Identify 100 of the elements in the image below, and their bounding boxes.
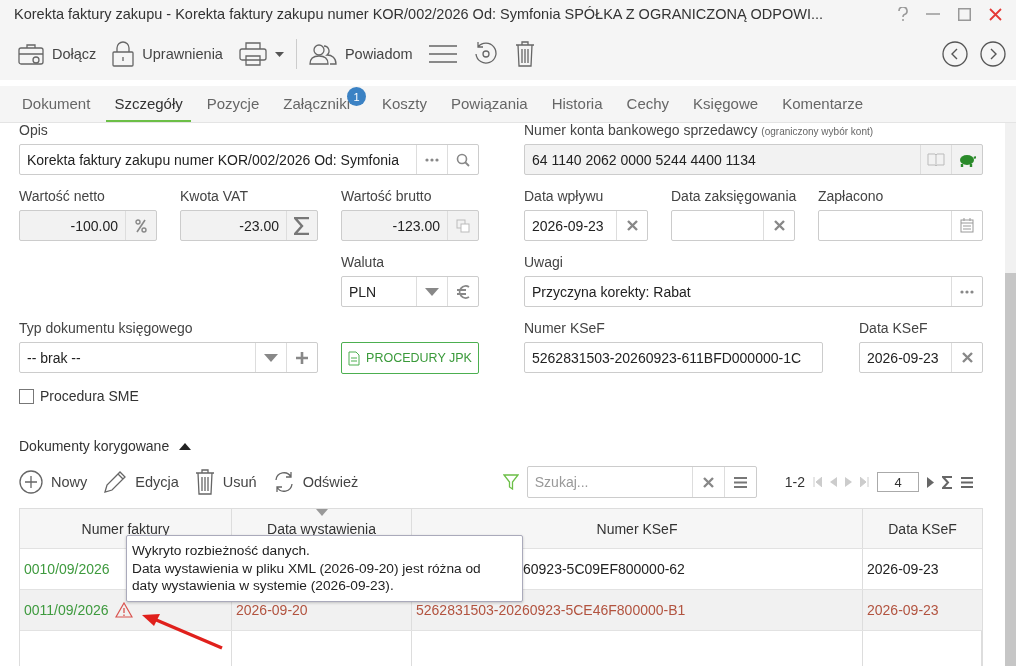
more-icon — [960, 289, 974, 294]
section-title: Dokumenty korygowane — [19, 438, 170, 454]
percent-icon — [135, 218, 147, 233]
field-label: Wartość brutto — [341, 189, 433, 204]
search-bar[interactable]: Szukaj... — [526, 466, 757, 498]
field-label: Zapłacono — [818, 189, 885, 204]
page-range: 1-2 — [784, 474, 805, 490]
tab[interactable]: Szczegóły — [106, 86, 191, 122]
window-title: Korekta faktury zakupu - Korekta faktury zakupu numer KOR/002/2026 Od: Symfonia SPÓŁKA Z OGRANICZONĄ ODPOWI... — [14, 6, 825, 22]
input-field[interactable]: Korekta faktury zakupu numer KOR/002/2026 Od: Symfonia — [19, 144, 479, 175]
field-label: Data wpływu — [524, 189, 605, 204]
new-button[interactable]: Nowy — [19, 470, 88, 494]
copy-icon — [456, 218, 470, 233]
previous-icon[interactable] — [942, 41, 968, 67]
table-cell: 5262831503-20260923-5CE46F800000-B1 — [416, 602, 686, 618]
table-cell: 2026-09-23 — [867, 602, 939, 618]
piggy-bank-icon — [958, 152, 976, 167]
attach-button[interactable]: Dołącz — [10, 34, 105, 74]
sigma-icon[interactable] — [942, 475, 953, 489]
tab[interactable]: Historia — [543, 86, 611, 122]
plus-icon — [296, 351, 308, 364]
document-icon — [348, 350, 361, 366]
input-field[interactable]: -- brak -- — [19, 342, 318, 373]
search-field[interactable]: Szukaj... — [527, 467, 692, 497]
page-size-field[interactable]: 4 — [877, 472, 919, 492]
tab[interactable]: Koszty — [373, 86, 435, 122]
edit-button[interactable]: Edycja — [103, 470, 179, 494]
delete-button[interactable]: Usuń — [194, 469, 257, 495]
field-label: Data KSeF — [859, 321, 929, 336]
count-badge: 1 — [346, 87, 366, 106]
menu-icon — [733, 476, 747, 488]
input-field[interactable]: PLN — [341, 276, 479, 307]
lock-icon — [112, 41, 135, 67]
permissions-button[interactable]: Uprawnienia — [104, 34, 231, 74]
clear-icon — [626, 220, 638, 231]
refresh-button[interactable]: Odśwież — [272, 471, 359, 493]
field-label: Wartość netto — [19, 189, 106, 204]
trash-icon — [514, 41, 535, 67]
plus-icon — [19, 470, 43, 494]
table-cell: 2026-09-23 — [867, 561, 939, 577]
euro-icon — [456, 283, 470, 300]
sort-icon — [315, 509, 328, 516]
tab[interactable]: Pozycje — [198, 86, 268, 122]
more-icon — [425, 157, 439, 162]
input-field[interactable]: 2026-09-23 — [859, 342, 983, 373]
briefcase-icon — [18, 42, 44, 66]
field-value: 64 1140 2062 0000 5244 4400 1134 — [531, 150, 757, 170]
table-cell: 0011/09/2026 — [24, 602, 109, 618]
input-field[interactable] — [818, 210, 983, 241]
column-header[interactable]: Data KSeF — [863, 509, 982, 548]
tab[interactable]: Cechy — [618, 86, 678, 122]
tab[interactable]: Dokument — [14, 86, 99, 122]
clear-icon — [702, 476, 714, 488]
sigma-icon — [294, 216, 310, 235]
printer-icon — [238, 42, 267, 66]
caret-icon — [274, 51, 284, 57]
caret-icon — [425, 287, 439, 296]
field-value: -- brak -- — [26, 348, 82, 368]
input-field[interactable] — [671, 210, 795, 241]
help-icon[interactable] — [898, 7, 908, 21]
table-cell: 0010/09/2026 — [24, 561, 110, 577]
collapse-icon[interactable] — [179, 442, 192, 450]
field-value: 2026-09-23 — [866, 348, 940, 368]
tab[interactable]: Załączniki 1 — [275, 86, 366, 122]
play-icon[interactable] — [927, 476, 934, 488]
field-label: Kwota VAT — [180, 189, 249, 204]
tab[interactable]: Komentarze — [774, 86, 871, 122]
clear-icon — [961, 352, 973, 363]
pencil-icon — [103, 470, 128, 494]
calendar-icon — [960, 218, 974, 233]
caret-icon — [264, 353, 278, 362]
people-icon — [308, 43, 337, 65]
field-label: Waluta — [341, 255, 386, 270]
field-value: PLN — [348, 282, 378, 302]
field-label: Data zaksięgowania — [671, 189, 795, 204]
table-cell: 60923-5C09EF800000-62 — [523, 561, 685, 577]
maximize-icon[interactable] — [958, 7, 971, 21]
field-value: 2026-09-23 — [531, 216, 605, 236]
tab[interactable]: Powiązania — [443, 86, 536, 122]
field-value: -123.00 — [391, 216, 441, 236]
checkbox[interactable] — [19, 388, 34, 404]
notify-button[interactable]: Powiadom — [300, 34, 421, 74]
trash-icon — [194, 469, 215, 495]
input-field[interactable]: Przyczyna korekty: Rabat — [524, 276, 983, 307]
clear-icon — [773, 220, 785, 231]
tab[interactable]: Księgowe — [685, 86, 767, 122]
next-icon[interactable] — [980, 41, 1006, 67]
menu-icon[interactable] — [961, 476, 973, 488]
search-icon — [456, 152, 470, 167]
jpk-button[interactable]: PROCEDURY JPK — [341, 342, 479, 374]
close-icon[interactable] — [989, 7, 1002, 21]
input-field[interactable]: -123.00 — [341, 210, 479, 241]
refresh-icon — [272, 471, 295, 493]
input-field[interactable]: 2026-09-23 — [524, 210, 648, 241]
input-field[interactable]: 64 1140 2062 0000 5244 4400 1134 — [524, 144, 983, 175]
scrollbar-thumb[interactable] — [1005, 273, 1016, 666]
filter-icon[interactable] — [502, 474, 519, 490]
input-field[interactable]: 5262831503-20260923-611BFD000000-1C — [524, 342, 823, 373]
input-field[interactable]: -23.00 — [180, 210, 318, 241]
input-field[interactable]: -100.00 — [19, 210, 157, 241]
